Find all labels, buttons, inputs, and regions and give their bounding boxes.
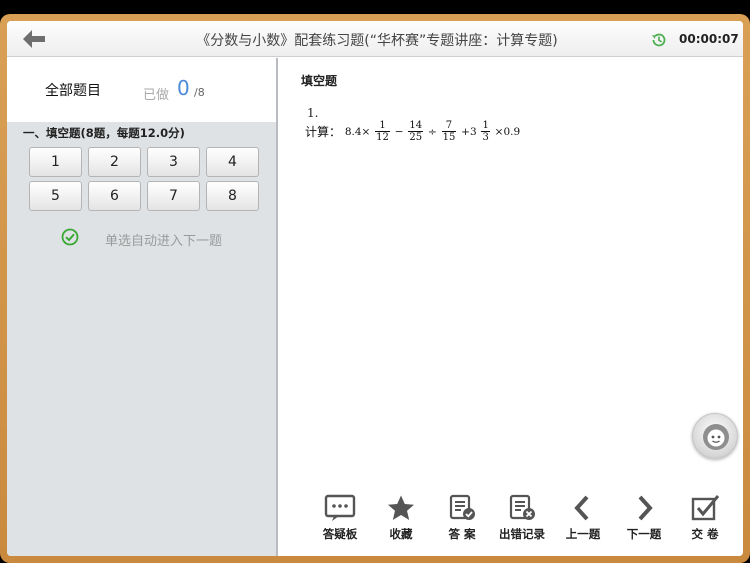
top-bar: 《分数与小数》配套练习题(“华杯赛”专题讲座：计算专题) 00:00:07	[7, 21, 743, 57]
question-body: 计算： 8.4× 1 12 − 14 25 ÷ 7 15 +3 13 ×0.9	[305, 120, 520, 143]
next-question-label: 下一题	[626, 527, 662, 541]
error-record-label: 出错记录	[499, 527, 545, 541]
question-prompt: 计算：	[305, 125, 342, 139]
back-button[interactable]	[21, 27, 47, 51]
section-title: 一、填空题(8题，每题12.0分)	[23, 126, 185, 140]
expr-op3: +3	[461, 125, 477, 138]
app-window: 《分数与小数》配套练习题(“华杯赛”专题讲座：计算专题) 00:00:07 全部…	[7, 21, 743, 556]
qa-board-label: 答疑板	[322, 527, 358, 541]
all-questions-label: 全部题目	[45, 83, 101, 99]
done-label: 已做	[143, 88, 170, 103]
bottom-toolbar: 答疑板 收藏 答 案 出错记录 上一题 下一题 交 卷	[278, 488, 743, 548]
fraction-2: 14 25	[408, 120, 424, 143]
sidebar-header: 全部题目 已做 0 /8	[7, 58, 276, 122]
elapsed-timer: 00:00:07	[679, 32, 739, 46]
error-record-button[interactable]: 出错记录	[492, 488, 552, 548]
favorite-button[interactable]: 收藏	[371, 488, 431, 548]
next-question-button[interactable]: 下一题	[614, 488, 674, 548]
question-button-3[interactable]: 3	[147, 147, 200, 177]
fraction-1: 1 12	[375, 120, 390, 143]
submit-label: 交 卷	[691, 527, 719, 541]
chevron-left-icon	[574, 495, 589, 521]
question-button-5[interactable]: 5	[29, 181, 82, 211]
expr-op2: ÷	[427, 125, 437, 138]
auto-next-label: 单选自动进入下一题	[105, 234, 223, 249]
fraction-4-den: 3	[482, 132, 489, 143]
qa-board-button[interactable]: 答疑板	[310, 488, 370, 548]
assistant-face-icon	[703, 424, 729, 450]
favorite-label: 收藏	[389, 527, 413, 541]
floating-assistant-button[interactable]	[692, 413, 738, 459]
answer-sheet-icon	[449, 494, 475, 520]
fraction-2-num: 14	[408, 120, 424, 132]
back-arrow-icon	[23, 30, 45, 48]
sidebar: 全部题目 已做 0 /8 一、填空题(8题，每题12.0分) 1 2 3 4 5…	[7, 58, 278, 556]
fraction-4-num: 1	[481, 120, 490, 132]
star-icon	[388, 495, 414, 520]
check-circle-icon[interactable]	[61, 228, 79, 246]
prev-question-button[interactable]: 上一题	[553, 488, 613, 548]
page-title: 《分数与小数》配套练习题(“华杯赛”专题讲座：计算专题)	[196, 33, 558, 49]
submit-check-icon	[691, 495, 720, 521]
question-button-7[interactable]: 7	[147, 181, 200, 211]
history-clock-icon	[652, 33, 666, 47]
question-button-6[interactable]: 6	[88, 181, 141, 211]
fraction-3-num: 7	[441, 120, 457, 132]
chevron-right-icon	[638, 495, 653, 521]
question-button-1[interactable]: 1	[29, 147, 82, 177]
fraction-3: 7 15	[441, 120, 457, 143]
expr-tail: ×0.9	[494, 125, 521, 138]
done-count: 0	[177, 76, 190, 100]
prev-question-label: 上一题	[565, 527, 601, 541]
question-number: 1.	[307, 106, 319, 120]
submit-button[interactable]: 交 卷	[675, 488, 735, 548]
chat-bubble-icon	[324, 494, 356, 521]
question-panel: 填空题 1. 计算： 8.4× 1 12 − 14 25 ÷ 7 15 +3 13 ×…	[278, 58, 743, 556]
fraction-1-num: 1	[375, 120, 390, 132]
fraction-2-den: 25	[409, 132, 423, 143]
answer-label: 答 案	[448, 527, 476, 541]
fraction-3-den: 15	[442, 132, 456, 143]
expr-op1: −	[394, 125, 404, 138]
done-total: /8	[194, 86, 205, 99]
fraction-1-den: 12	[376, 132, 389, 143]
fraction-4: 13	[481, 120, 490, 143]
error-record-icon	[509, 494, 535, 520]
question-button-2[interactable]: 2	[88, 147, 141, 177]
expr-a: 8.4×	[344, 125, 371, 138]
answer-button[interactable]: 答 案	[432, 488, 492, 548]
question-type-label: 填空题	[301, 74, 338, 88]
question-button-8[interactable]: 8	[206, 181, 259, 211]
question-button-4[interactable]: 4	[206, 147, 259, 177]
